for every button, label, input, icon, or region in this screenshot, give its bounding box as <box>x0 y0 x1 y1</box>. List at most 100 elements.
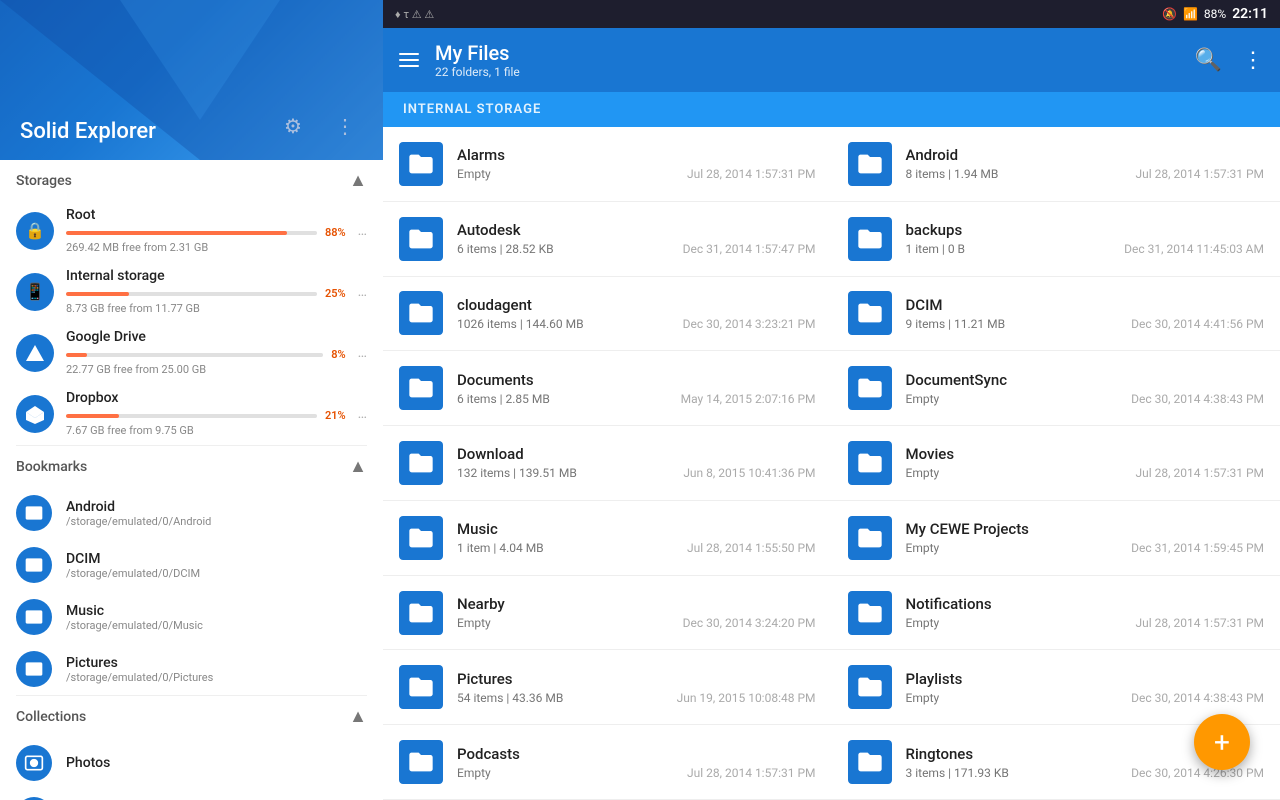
storage-item-dropbox[interactable]: Dropbox 21% 7.67 GB free from 9.75 GB … <box>0 384 383 445</box>
file-item-podcasts[interactable]: Podcasts Empty Jul 28, 2014 1:57:31 PM <box>383 725 832 800</box>
file-item-documents[interactable]: Documents 6 items | 2.85 MB May 14, 2015… <box>383 351 832 426</box>
storage-bar-fill-internal <box>66 292 129 296</box>
bookmarks-label: Bookmarks <box>16 459 349 475</box>
storage-name-gdrive: Google Drive <box>66 329 346 345</box>
file-name-movies: Movies <box>906 445 1265 463</box>
status-right-icons: 🔕 📶 88% 22:11 <box>1162 6 1268 22</box>
bookmark-item-android[interactable]: Android /storage/emulated/0/Android <box>0 487 383 539</box>
file-meta-alarms: Empty Jul 28, 2014 1:57:31 PM <box>457 167 816 181</box>
bookmark-item-dcim[interactable]: DCIM /storage/emulated/0/DCIM <box>0 539 383 591</box>
bookmark-info-dcim: DCIM /storage/emulated/0/DCIM <box>66 551 200 580</box>
collection-item-photos[interactable]: Photos <box>0 737 383 789</box>
file-item-notifications[interactable]: Notifications Empty Jul 28, 2014 1:57:31… <box>832 576 1280 651</box>
main-header-title: My Files 22 folders, 1 file <box>435 41 1179 79</box>
file-info-pictures: Pictures 54 items | 43.36 MB Jun 19, 201… <box>457 670 816 705</box>
storage-more-root[interactable]: … <box>358 223 367 239</box>
bookmark-name-dcim: DCIM <box>66 551 200 567</box>
folder-icon-music <box>399 516 443 560</box>
collection-item-music[interactable]: Music <box>0 789 383 800</box>
fab-add-button[interactable]: + <box>1194 714 1250 770</box>
folder-icon-pictures <box>399 665 443 709</box>
file-meta-dcim: 9 items | 11.21 MB Dec 30, 2014 4:41:56 … <box>906 317 1265 331</box>
file-info-documentsync: DocumentSync Empty Dec 30, 2014 4:38:43 … <box>906 371 1265 406</box>
folder-icon-autodesk <box>399 217 443 261</box>
storage-info-internal: Internal storage 25% 8.73 GB free from 1… <box>66 268 346 315</box>
file-item-android[interactable]: Android 8 items | 1.94 MB Jul 28, 2014 1… <box>832 127 1280 202</box>
collections-toggle[interactable]: ▲ <box>349 706 367 727</box>
storage-bar-fill-dropbox <box>66 414 119 418</box>
file-item-download[interactable]: Download 132 items | 139.51 MB Jun 8, 20… <box>383 426 832 501</box>
file-item-pictures[interactable]: Pictures 54 items | 43.36 MB Jun 19, 201… <box>383 650 832 725</box>
file-name-download: Download <box>457 445 816 463</box>
file-item-movies[interactable]: Movies Empty Jul 28, 2014 1:57:31 PM <box>832 426 1280 501</box>
notif-icons: ♦ τ ⚠ ⚠ <box>395 8 434 21</box>
storage-section-label: INTERNAL STORAGE <box>403 102 541 117</box>
storage-icon-gdrive <box>16 334 54 372</box>
main-title: My Files <box>435 41 1179 65</box>
file-item-alarms[interactable]: Alarms Empty Jul 28, 2014 1:57:31 PM <box>383 127 832 202</box>
storage-more-dropbox[interactable]: … <box>358 406 367 422</box>
file-item-cloudagent[interactable]: cloudagent 1026 items | 144.60 MB Dec 30… <box>383 277 832 352</box>
file-name-documents: Documents <box>457 371 816 389</box>
status-bar: ♦ τ ⚠ ⚠ 🔕 📶 88% 22:11 <box>383 0 1280 28</box>
internal-storage-header: INTERNAL STORAGE <box>383 92 1280 127</box>
wifi-icon: 📶 <box>1183 7 1198 21</box>
search-button[interactable]: 🔍 <box>1195 48 1222 73</box>
file-meta-download: 132 items | 139.51 MB Jun 8, 2015 10:41:… <box>457 466 816 480</box>
file-item-autodesk[interactable]: Autodesk 6 items | 28.52 KB Dec 31, 2014… <box>383 202 832 277</box>
file-meta-music: 1 item | 4.04 MB Jul 28, 2014 1:55:50 PM <box>457 541 816 555</box>
storage-icon-internal: 📱 <box>16 273 54 311</box>
folder-icon-movies <box>848 441 892 485</box>
bookmark-item-music[interactable]: Music /storage/emulated/0/Music <box>0 591 383 643</box>
file-meta-notifications: Empty Jul 28, 2014 1:57:31 PM <box>906 616 1265 630</box>
file-info-backups: backups 1 item | 0 B Dec 31, 2014 11:45:… <box>906 221 1265 256</box>
file-info-podcasts: Podcasts Empty Jul 28, 2014 1:57:31 PM <box>457 745 816 780</box>
file-meta-documents: 6 items | 2.85 MB May 14, 2015 2:07:16 P… <box>457 392 816 406</box>
folder-icon-mycewe <box>848 516 892 560</box>
file-name-pictures: Pictures <box>457 670 816 688</box>
storage-free-root: 269.42 MB free from 2.31 GB <box>66 241 346 254</box>
hamburger-button[interactable] <box>399 53 419 67</box>
bookmark-path-dcim: /storage/emulated/0/DCIM <box>66 567 200 580</box>
file-item-playlists[interactable]: Playlists Empty Dec 30, 2014 4:38:43 PM <box>832 650 1280 725</box>
folder-icon-dcim <box>848 291 892 335</box>
main-panel: ♦ τ ⚠ ⚠ 🔕 📶 88% 22:11 My Files 22 folder… <box>383 0 1280 800</box>
storage-icon-dropbox <box>16 395 54 433</box>
file-item-mycewe[interactable]: My CEWE Projects Empty Dec 31, 2014 1:59… <box>832 501 1280 576</box>
storage-item-internal[interactable]: 📱 Internal storage 25% 8.73 GB free from… <box>0 262 383 323</box>
file-meta-mycewe: Empty Dec 31, 2014 1:59:45 PM <box>906 541 1265 555</box>
file-meta-pictures: 54 items | 43.36 MB Jun 19, 2015 10:08:4… <box>457 691 816 705</box>
storage-more-internal[interactable]: … <box>358 284 367 300</box>
file-item-backups[interactable]: backups 1 item | 0 B Dec 31, 2014 11:45:… <box>832 202 1280 277</box>
storage-bar-fill-gdrive <box>66 353 87 357</box>
overflow-button[interactable]: ⋮ <box>1242 48 1264 73</box>
file-meta-podcasts: Empty Jul 28, 2014 1:57:31 PM <box>457 766 816 780</box>
bookmark-name-music: Music <box>66 603 203 619</box>
storage-item-gdrive[interactable]: Google Drive 8% 22.77 GB free from 25.00… <box>0 323 383 384</box>
file-info-autodesk: Autodesk 6 items | 28.52 KB Dec 31, 2014… <box>457 221 816 256</box>
folder-icon-nearby <box>399 591 443 635</box>
storage-info-dropbox: Dropbox 21% 7.67 GB free from 9.75 GB <box>66 390 346 437</box>
file-item-nearby[interactable]: Nearby Empty Dec 30, 2014 3:24:20 PM <box>383 576 832 651</box>
file-info-mycewe: My CEWE Projects Empty Dec 31, 2014 1:59… <box>906 520 1265 555</box>
file-meta-autodesk: 6 items | 28.52 KB Dec 31, 2014 1:57:47 … <box>457 242 816 256</box>
storage-pct-dropbox: 21% <box>325 409 346 422</box>
bookmarks-toggle[interactable]: ▲ <box>349 456 367 477</box>
bookmark-icon-dcim <box>16 547 52 583</box>
file-item-dcim[interactable]: DCIM 9 items | 11.21 MB Dec 30, 2014 4:4… <box>832 277 1280 352</box>
file-item-documentsync[interactable]: DocumentSync Empty Dec 30, 2014 4:38:43 … <box>832 351 1280 426</box>
bookmark-item-pictures[interactable]: Pictures /storage/emulated/0/Pictures <box>0 643 383 695</box>
bookmark-path-android: /storage/emulated/0/Android <box>66 515 211 528</box>
file-item-music[interactable]: Music 1 item | 4.04 MB Jul 28, 2014 1:55… <box>383 501 832 576</box>
file-name-autodesk: Autodesk <box>457 221 816 239</box>
folder-icon-android <box>848 142 892 186</box>
storage-more-gdrive[interactable]: … <box>358 345 367 361</box>
bookmark-icon-music <box>16 599 52 635</box>
storages-toggle[interactable]: ▲ <box>349 170 367 191</box>
file-info-nearby: Nearby Empty Dec 30, 2014 3:24:20 PM <box>457 595 816 630</box>
bookmark-path-pictures: /storage/emulated/0/Pictures <box>66 671 213 684</box>
file-info-alarms: Alarms Empty Jul 28, 2014 1:57:31 PM <box>457 146 816 181</box>
storage-item-root[interactable]: 🔒 Root 88% 269.42 MB free from 2.31 GB … <box>0 201 383 262</box>
bookmarks-section-header: Bookmarks ▲ <box>0 446 383 487</box>
bookmark-name-android: Android <box>66 499 211 515</box>
